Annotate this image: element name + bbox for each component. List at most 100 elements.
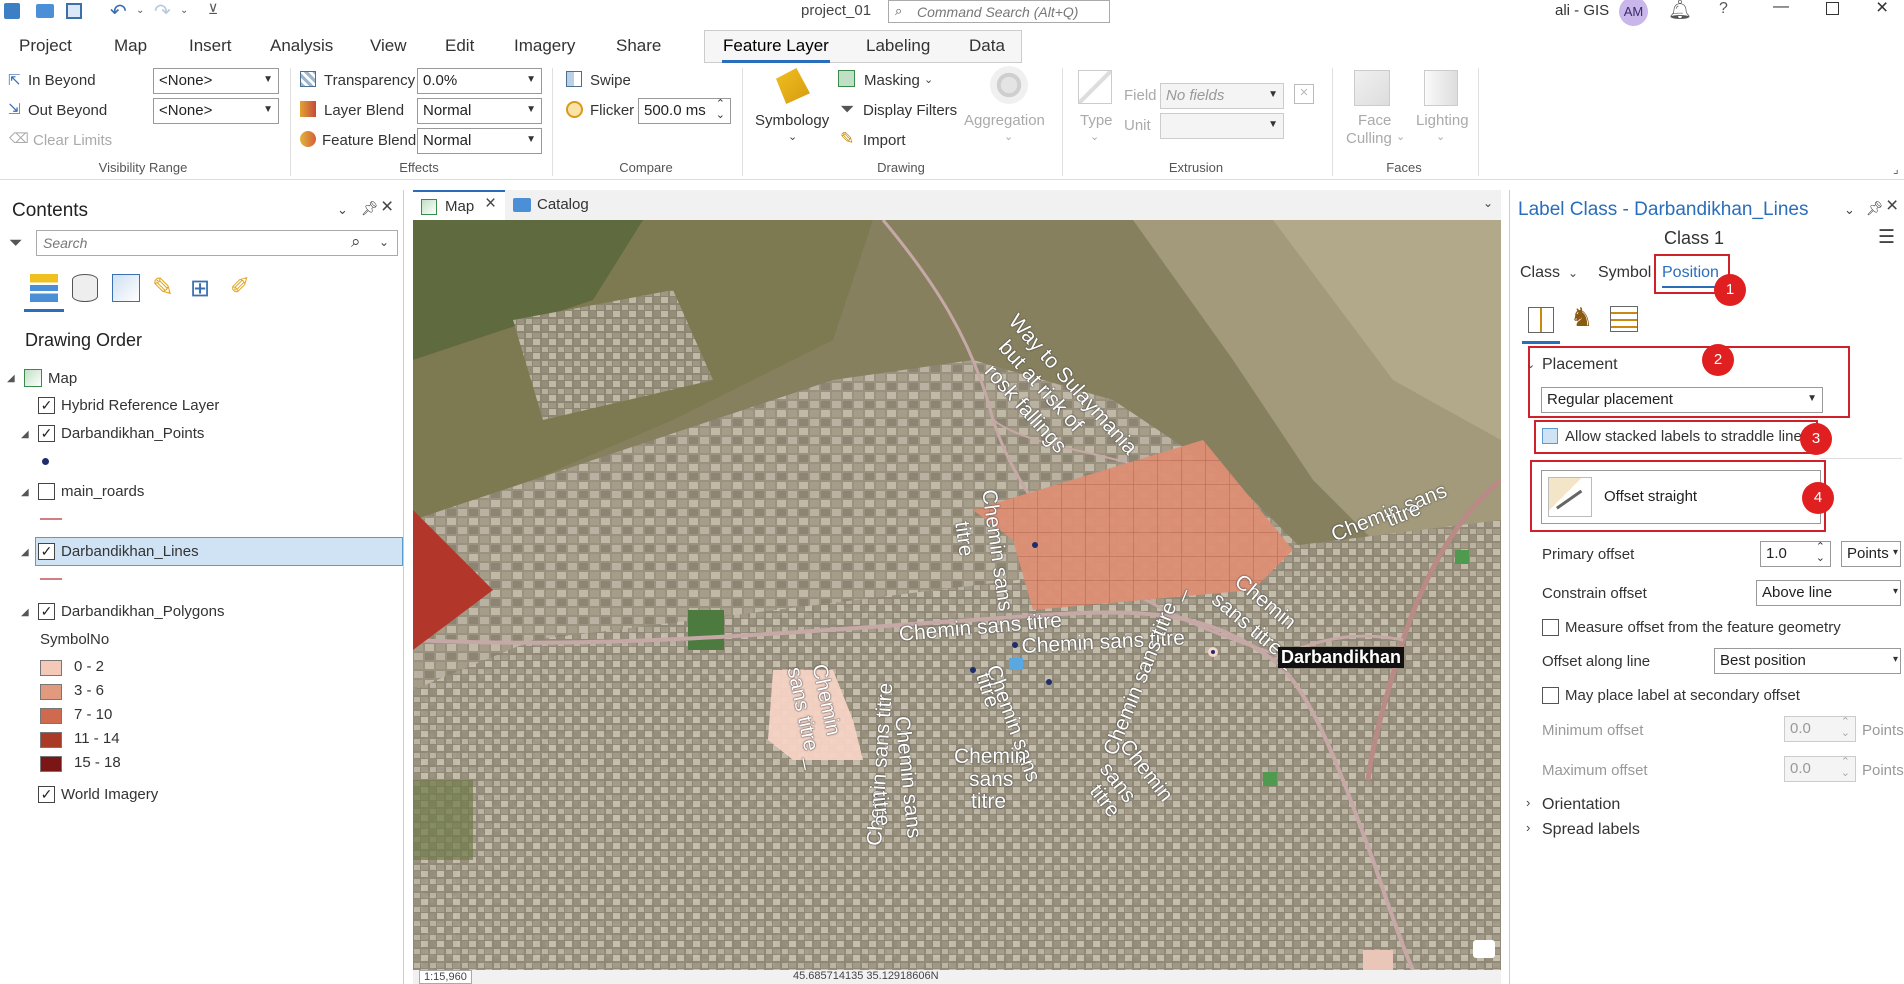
tab-map[interactable]: Map	[114, 36, 147, 56]
tab-insert[interactable]: Insert	[189, 36, 232, 56]
point-symbol-icon[interactable]	[42, 458, 49, 465]
chevron-down-icon[interactable]: ⌄	[1568, 266, 1578, 280]
tab-analysis[interactable]: Analysis	[270, 36, 333, 56]
allow-stacked-label[interactable]: Allow stacked labels to straddle lines	[1565, 428, 1815, 445]
flicker-input[interactable]: 500.0 ms ⌃ ⌄	[638, 98, 731, 124]
fitting-strategy-icon[interactable]	[1610, 306, 1638, 332]
measure-offset-label[interactable]: Measure offset from the feature geometry	[1565, 619, 1841, 636]
open-folder-icon[interactable]	[36, 4, 54, 18]
list-by-snapping-icon[interactable]: ⊞	[190, 274, 210, 303]
layer-darbandikhan-polygons[interactable]: Darbandikhan_Polygons	[61, 603, 224, 620]
lighting-button[interactable]: Lighting ⌄	[1408, 68, 1474, 154]
help-icon[interactable]: ?	[1719, 0, 1728, 18]
out-beyond-select[interactable]: <None> ▼	[153, 98, 279, 124]
expand-layer-icon[interactable]: ◢	[21, 547, 29, 558]
undo-dropdown-icon[interactable]: ⌄	[136, 5, 144, 16]
layer-darbandikhan-points[interactable]: Darbandikhan_Points	[61, 425, 204, 442]
line-symbol-icon[interactable]	[40, 518, 62, 520]
collapse-placement-icon[interactable]: ⌄	[1526, 358, 1535, 371]
display-filters-button[interactable]: Display Filters	[863, 102, 957, 119]
class-swatch[interactable]	[40, 660, 62, 676]
expand-layer-icon[interactable]: ◢	[21, 607, 29, 618]
out-beyond-label[interactable]: Out Beyond	[28, 102, 107, 119]
import-button[interactable]: Import	[863, 132, 906, 149]
extrusion-field-select[interactable]: No fields ▼	[1160, 83, 1284, 109]
user-name[interactable]: ali - GIS	[1555, 2, 1609, 19]
primary-offset-input[interactable]: 1.0 ⌃ ⌄	[1760, 541, 1831, 567]
maximum-offset-input[interactable]: 0.0 ⌃ ⌄	[1784, 756, 1856, 782]
command-search[interactable]: ⌕ Command Search (Alt+Q)	[888, 0, 1110, 23]
layer-checkbox[interactable]: ✓	[38, 425, 55, 442]
spinner-icon[interactable]: ⌃ ⌄	[1841, 757, 1850, 779]
map-canvas[interactable]: Way to Sulaymania but at risk of rosk fa…	[413, 220, 1501, 970]
spinner-icon[interactable]: ⌃ ⌄	[1841, 717, 1850, 739]
map-scale[interactable]: 1:15,960	[419, 970, 472, 984]
tab-share[interactable]: Share	[616, 36, 661, 56]
ribbon-collapse-icon[interactable]: ⌟	[1893, 162, 1899, 176]
minimize-icon[interactable]: —	[1773, 0, 1789, 16]
customize-quick-access-icon[interactable]: ⊻	[208, 1, 218, 18]
tab-imagery[interactable]: Imagery	[514, 36, 575, 56]
tab-data[interactable]: Data	[969, 36, 1005, 56]
chevron-down-icon[interactable]: ⌄	[1844, 202, 1855, 218]
list-by-source-icon[interactable]	[72, 274, 98, 302]
save-icon[interactable]	[66, 3, 82, 19]
expand-layer-icon[interactable]: ◢	[21, 429, 29, 440]
list-by-editing-icon[interactable]: ✎	[152, 272, 174, 303]
offset-style-select[interactable]: Offset straight ▼	[1541, 470, 1821, 524]
filter-icon[interactable]: ⏷	[9, 233, 23, 253]
layer-darbandikhan-lines[interactable]: Darbandikhan_Lines	[61, 543, 199, 560]
close-window-icon[interactable]: ×	[1876, 0, 1888, 20]
tab-feature-layer[interactable]: Feature Layer	[723, 36, 829, 56]
tab-project[interactable]: Project	[19, 36, 72, 56]
menu-hamburger-icon[interactable]: ☰	[1878, 226, 1895, 249]
expand-spread-labels-icon[interactable]: ›	[1526, 820, 1530, 835]
measure-offset-checkbox[interactable]	[1542, 619, 1559, 636]
tab-symbol[interactable]: Symbol	[1598, 264, 1651, 282]
offset-along-line-select[interactable]: Best position ▾	[1714, 648, 1901, 674]
close-icon[interactable]: ×	[381, 195, 393, 219]
pin-icon[interactable]: 📌︎	[1866, 200, 1884, 217]
extrusion-type-button[interactable]: Type ⌄	[1074, 68, 1122, 154]
class-swatch[interactable]	[40, 684, 62, 700]
spinner-icon[interactable]: ⌃ ⌄	[1816, 542, 1825, 564]
tab-labeling[interactable]: Labeling	[866, 36, 930, 56]
expand-layer-icon[interactable]: ◢	[21, 487, 29, 498]
expand-orientation-icon[interactable]: ›	[1526, 795, 1530, 810]
spinner-icon[interactable]: ⌃ ⌄	[716, 99, 725, 121]
list-by-labeling-icon[interactable]: ✐	[230, 272, 250, 301]
placement-heading[interactable]: Placement	[1542, 356, 1618, 374]
layer-checkbox[interactable]: ✓	[38, 786, 55, 803]
layer-main-roards[interactable]: main_roards	[61, 483, 144, 500]
list-by-selection-icon[interactable]	[112, 274, 140, 302]
feature-blend-select[interactable]: Normal ▼	[417, 128, 542, 154]
close-tab-icon[interactable]: ×	[485, 193, 496, 215]
class-swatch[interactable]	[40, 732, 62, 748]
allow-stacked-checkbox[interactable]	[1542, 428, 1558, 444]
layer-hybrid-reference[interactable]: Hybrid Reference Layer	[61, 397, 219, 414]
tabs-overflow-chevron-icon[interactable]: ⌄	[1483, 196, 1493, 210]
tab-catalog-view[interactable]: Catalog	[509, 190, 599, 220]
placement-subtab-icon[interactable]	[1528, 307, 1554, 333]
masking-button[interactable]: Masking	[864, 72, 920, 89]
chevron-down-icon[interactable]: ⌄	[337, 202, 348, 218]
layer-blend-select[interactable]: Normal ▼	[417, 98, 542, 124]
avatar[interactable]: AM	[1619, 0, 1648, 26]
aggregation-button[interactable]: Aggregation ⌄	[960, 66, 1054, 154]
class-swatch[interactable]	[40, 756, 62, 772]
constrain-offset-select[interactable]: Above line ▾	[1756, 580, 1901, 606]
tab-edit[interactable]: Edit	[445, 36, 474, 56]
layer-checkbox[interactable]: ✓	[38, 543, 55, 560]
tab-map-view[interactable]: Map ×	[413, 190, 505, 220]
pin-icon[interactable]: 📌︎	[361, 200, 379, 217]
placement-select[interactable]: Regular placement ▼	[1541, 387, 1823, 413]
redo-dropdown-icon[interactable]: ⌄	[180, 5, 188, 16]
symbology-button[interactable]: Symbology ⌄	[750, 68, 836, 154]
secondary-offset-checkbox[interactable]	[1542, 687, 1559, 704]
extrusion-unit-select[interactable]: ▼	[1160, 113, 1284, 139]
orientation-heading[interactable]: Orientation	[1542, 796, 1620, 814]
close-icon[interactable]: ×	[1886, 194, 1898, 218]
undo-icon[interactable]: ↶	[110, 0, 127, 24]
clear-limits-button[interactable]: Clear Limits	[33, 132, 112, 149]
in-beyond-label[interactable]: In Beyond	[28, 72, 96, 89]
